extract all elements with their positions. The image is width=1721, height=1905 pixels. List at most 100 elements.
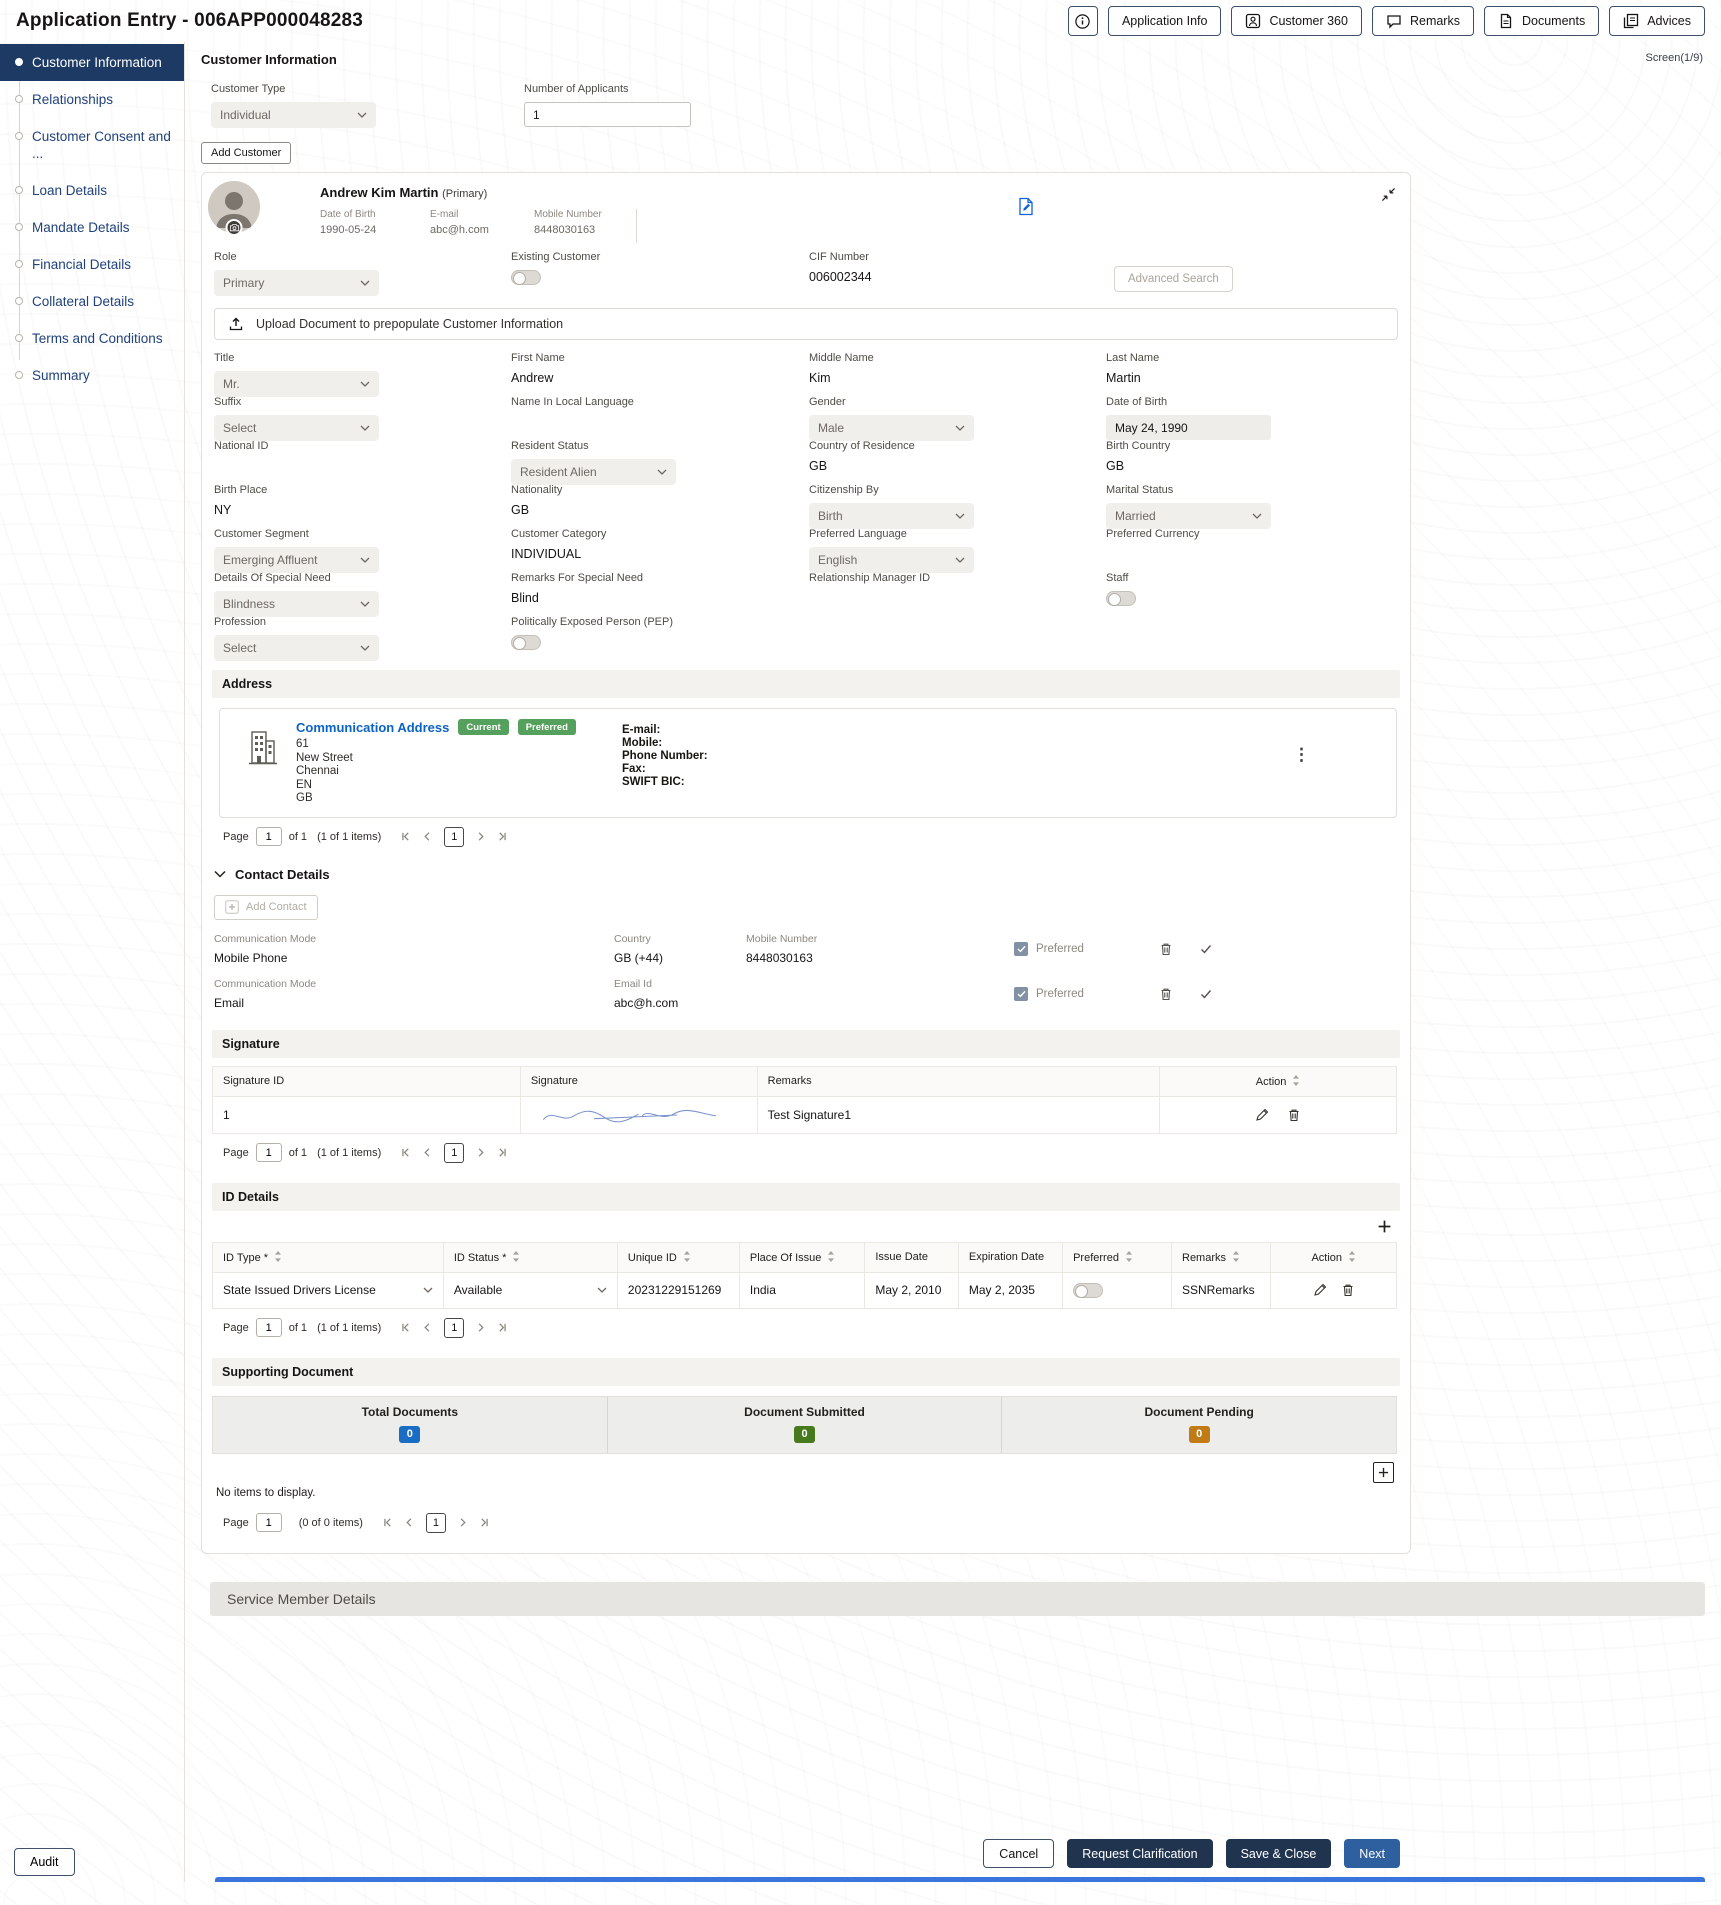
next-page-button[interactable] bbox=[475, 1147, 486, 1158]
id-status-header[interactable]: ID Status * bbox=[442, 1241, 618, 1273]
title-select[interactable]: Mr. bbox=[214, 371, 379, 397]
suffix-select[interactable]: Select bbox=[214, 415, 379, 441]
prev-page-button[interactable] bbox=[422, 1322, 433, 1333]
first-page-button[interactable] bbox=[400, 1147, 411, 1158]
id-type-header[interactable]: ID Type * bbox=[212, 1241, 444, 1273]
next-button[interactable]: Next bbox=[1344, 1839, 1400, 1868]
current-page-button[interactable]: 1 bbox=[444, 1317, 465, 1338]
profession-select[interactable]: Select bbox=[214, 635, 379, 661]
last-page-button[interactable] bbox=[497, 831, 508, 842]
pep-toggle[interactable] bbox=[511, 635, 541, 650]
delete-icon[interactable] bbox=[1159, 987, 1199, 1001]
preferred-checkbox[interactable] bbox=[1014, 941, 1028, 956]
sidebar-item-financial-details[interactable]: Financial Details bbox=[0, 246, 184, 283]
id-status-select[interactable]: Available bbox=[454, 1283, 607, 1297]
advices-button[interactable]: Advices bbox=[1609, 6, 1705, 36]
page-number-input[interactable] bbox=[255, 1318, 282, 1337]
id-preferred-toggle[interactable] bbox=[1073, 1282, 1104, 1298]
action-header[interactable]: Action bbox=[1159, 1065, 1397, 1097]
page-number-input[interactable] bbox=[255, 827, 282, 846]
prev-page-button[interactable] bbox=[422, 1147, 433, 1158]
sidebar-item-summary[interactable]: Summary bbox=[0, 357, 184, 394]
request-clarification-button[interactable]: Request Clarification bbox=[1067, 1839, 1213, 1868]
add-contact-button[interactable]: Add Contact bbox=[214, 894, 318, 920]
next-page-button[interactable] bbox=[475, 1322, 486, 1333]
next-page-button[interactable] bbox=[475, 831, 486, 842]
sidebar-item-collateral-details[interactable]: Collateral Details bbox=[0, 283, 184, 320]
special-need-select[interactable]: Blindness bbox=[214, 591, 379, 617]
existing-customer-toggle[interactable] bbox=[511, 270, 541, 285]
citizenship-by-select[interactable]: Birth bbox=[809, 503, 974, 529]
sidebar-item-customer-information[interactable]: Customer Information bbox=[0, 44, 184, 81]
staff-toggle[interactable] bbox=[1106, 591, 1136, 606]
page-number-input[interactable] bbox=[255, 1143, 282, 1162]
customer-segment-select[interactable]: Emerging Affluent bbox=[214, 547, 379, 573]
delete-icon[interactable] bbox=[1287, 1108, 1301, 1122]
documents-button[interactable]: Documents bbox=[1483, 6, 1600, 36]
gender-select[interactable]: Male bbox=[809, 415, 974, 441]
preferred-header[interactable]: Preferred bbox=[1062, 1241, 1172, 1273]
advanced-search-button[interactable]: Advanced Search bbox=[1114, 266, 1233, 292]
current-page-button[interactable]: 1 bbox=[444, 826, 465, 847]
prev-page-button[interactable] bbox=[422, 831, 433, 842]
sidebar-item-customer-consent[interactable]: Customer Consent and ... bbox=[0, 118, 184, 172]
add-id-button[interactable] bbox=[1377, 1219, 1392, 1234]
role-select[interactable]: Primary bbox=[214, 270, 379, 296]
first-page-button[interactable] bbox=[382, 1517, 393, 1528]
preferred-language-select[interactable]: English bbox=[809, 547, 974, 573]
sidebar-item-loan-details[interactable]: Loan Details bbox=[0, 172, 184, 209]
expiration-date-header[interactable]: Expiration Date bbox=[957, 1241, 1064, 1273]
kebab-menu-icon[interactable]: ⋮ bbox=[1293, 745, 1310, 765]
signature-id-header[interactable]: Signature ID bbox=[212, 1065, 521, 1097]
last-page-button[interactable] bbox=[497, 1322, 508, 1333]
sidebar-item-mandate-details[interactable]: Mandate Details bbox=[0, 209, 184, 246]
first-page-button[interactable] bbox=[400, 1322, 411, 1333]
cancel-button[interactable]: Cancel bbox=[983, 1839, 1055, 1868]
avatar[interactable] bbox=[208, 181, 260, 236]
add-customer-button[interactable]: Add Customer bbox=[201, 142, 292, 164]
page-number-input[interactable] bbox=[255, 1513, 282, 1532]
remarks-header[interactable]: Remarks bbox=[756, 1065, 1161, 1097]
preferred-checkbox[interactable] bbox=[1014, 986, 1028, 1001]
confirm-check-icon[interactable] bbox=[1199, 942, 1243, 956]
add-document-button[interactable] bbox=[1373, 1461, 1394, 1483]
contact-details-header[interactable]: Contact Details bbox=[214, 867, 1410, 882]
current-page-button[interactable]: 1 bbox=[444, 1142, 465, 1163]
unique-id-header[interactable]: Unique ID bbox=[616, 1241, 740, 1273]
first-page-button[interactable] bbox=[400, 831, 411, 842]
id-type-select[interactable]: State Issued Drivers License bbox=[223, 1283, 433, 1297]
remarks-header[interactable]: Remarks bbox=[1170, 1241, 1272, 1273]
confirm-check-icon[interactable] bbox=[1199, 987, 1243, 1001]
marital-status-select[interactable]: Married bbox=[1106, 503, 1271, 529]
save-close-button[interactable]: Save & Close bbox=[1225, 1839, 1332, 1868]
document-edit-icon[interactable] bbox=[1017, 197, 1034, 216]
resident-status-select[interactable]: Resident Alien bbox=[511, 459, 676, 485]
delete-icon[interactable] bbox=[1341, 1283, 1355, 1297]
camera-icon[interactable] bbox=[225, 219, 243, 236]
last-page-button[interactable] bbox=[479, 1517, 490, 1528]
last-page-button[interactable] bbox=[497, 1147, 508, 1158]
date-of-birth-value[interactable]: May 24, 1990 bbox=[1106, 415, 1271, 440]
audit-button[interactable]: Audit bbox=[14, 1848, 75, 1876]
sidebar-item-terms-and-conditions[interactable]: Terms and Conditions bbox=[0, 320, 184, 357]
place-of-issue-header[interactable]: Place Of Issue bbox=[738, 1241, 866, 1273]
customer-type-select[interactable]: Individual bbox=[211, 102, 376, 128]
signature-header[interactable]: Signature bbox=[519, 1065, 758, 1097]
edit-icon[interactable] bbox=[1313, 1283, 1327, 1297]
number-of-applicants-input[interactable] bbox=[524, 102, 691, 127]
communication-address-link[interactable]: Communication Address bbox=[296, 720, 449, 735]
upload-document-bar[interactable]: Upload Document to prepopulate Customer … bbox=[214, 308, 1398, 340]
prev-page-button[interactable] bbox=[404, 1517, 415, 1528]
remarks-button[interactable]: Remarks bbox=[1371, 6, 1474, 36]
issue-date-header[interactable]: Issue Date bbox=[864, 1241, 959, 1273]
sidebar-item-relationships[interactable]: Relationships bbox=[0, 81, 184, 118]
application-info-button[interactable]: Application Info bbox=[1107, 6, 1222, 36]
service-member-details-bar[interactable]: Service Member Details bbox=[210, 1581, 1705, 1616]
collapse-icon[interactable] bbox=[1381, 187, 1396, 202]
customer-360-button[interactable]: Customer 360 bbox=[1231, 6, 1362, 36]
current-page-button[interactable]: 1 bbox=[425, 1512, 446, 1533]
action-header[interactable]: Action bbox=[1270, 1241, 1397, 1273]
info-button[interactable] bbox=[1067, 6, 1098, 36]
next-page-button[interactable] bbox=[457, 1517, 468, 1528]
edit-icon[interactable] bbox=[1255, 1108, 1269, 1122]
